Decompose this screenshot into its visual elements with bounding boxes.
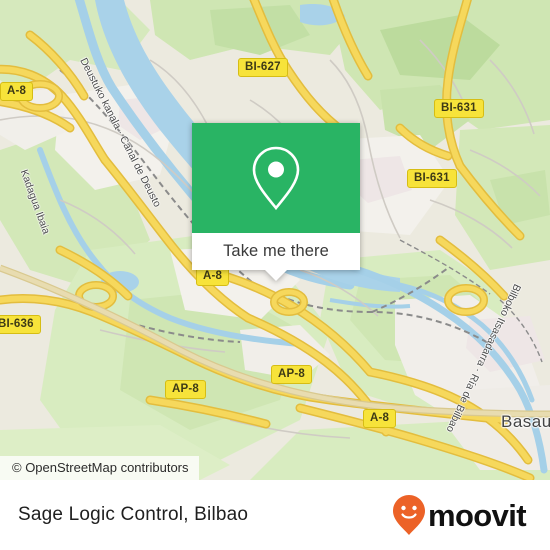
moovit-smiley-pin-icon (392, 495, 425, 535)
map-pin-icon (252, 146, 300, 211)
place-label-basauri: Basauri (501, 412, 550, 431)
popup-pin-area (192, 123, 360, 233)
take-me-there-button[interactable]: Take me there (223, 242, 329, 261)
road-shield-a8-southeast: A-8 (363, 409, 397, 428)
moovit-logo[interactable]: moovit (392, 494, 527, 536)
map-canvas[interactable]: Deustuko kanala · Canal de Deusto Kadagu… (0, 0, 550, 480)
footer-bar: Sage Logic Control, Bilbao moovit (0, 480, 550, 550)
road-shield-bi627: BI-627 (238, 58, 288, 77)
osm-attribution[interactable]: © OpenStreetMap contributors (0, 456, 199, 480)
popup-pointer-tail (265, 270, 287, 281)
road-shield-bi636: BI-636 (0, 315, 41, 334)
road-shield-a8-northwest: A-8 (0, 82, 34, 101)
popup-action-bar[interactable]: Take me there (192, 233, 360, 281)
moovit-wordmark: moovit (427, 497, 527, 533)
road-shield-bi631-north: BI-631 (434, 99, 484, 118)
location-popup-card[interactable]: Take me there (192, 123, 360, 281)
road-shield-ap8-west: AP-8 (165, 380, 207, 399)
road-shield-ap8-center: AP-8 (271, 365, 313, 384)
road-shield-bi631-south: BI-631 (407, 169, 457, 188)
map-screenshot-root: Deustuko kanala · Canal de Deusto Kadagu… (0, 0, 550, 550)
location-title: Sage Logic Control, Bilbao (18, 504, 249, 525)
